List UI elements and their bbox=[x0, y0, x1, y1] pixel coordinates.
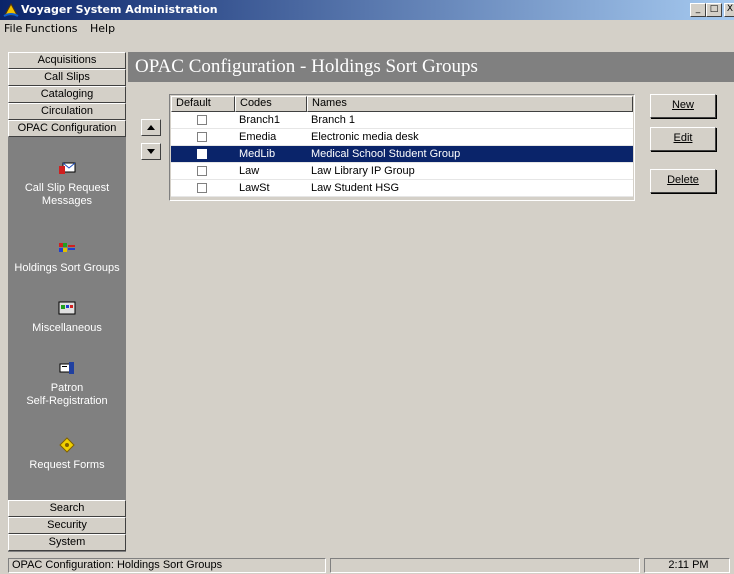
nav-system-button[interactable]: System bbox=[8, 534, 126, 551]
name-cell: Law Student HSG bbox=[311, 182, 400, 194]
holdings-sort-groups-icon bbox=[59, 243, 75, 252]
column-header-default[interactable]: Default bbox=[171, 96, 235, 112]
menu-help[interactable]: Help bbox=[90, 22, 115, 35]
task-label-line: Miscellaneous bbox=[32, 322, 102, 334]
delete-button[interactable]: Delete bbox=[650, 169, 716, 193]
default-checkbox[interactable] bbox=[197, 132, 207, 142]
task-label-line: Holdings Sort Groups bbox=[14, 262, 120, 274]
code-cell: Law bbox=[239, 165, 260, 177]
table-row[interactable]: Law Law Library IP Group bbox=[171, 163, 633, 180]
table-row-selected[interactable]: MedLib Medical School Student Group bbox=[171, 146, 633, 163]
default-checkbox[interactable] bbox=[197, 183, 207, 193]
column-header-codes[interactable]: Codes bbox=[235, 96, 307, 112]
menu-file[interactable]: File bbox=[4, 22, 22, 35]
voyager-app-icon bbox=[3, 2, 19, 17]
status-panel-empty bbox=[330, 558, 640, 573]
main-panel: OPAC Configuration - Holdings Sort Group… bbox=[128, 52, 734, 552]
status-time: 2:11 PM bbox=[644, 558, 730, 573]
status-bar: OPAC Configuration: Holdings Sort Groups… bbox=[0, 556, 734, 574]
maximize-button[interactable]: □ bbox=[706, 3, 722, 17]
table-row[interactable]: Branch1 Branch 1 bbox=[171, 112, 633, 129]
task-miscellaneous[interactable]: Miscellaneous bbox=[8, 300, 126, 335]
name-cell: Electronic media desk bbox=[311, 131, 419, 143]
status-message: OPAC Configuration: Holdings Sort Groups bbox=[8, 558, 326, 573]
page-header: OPAC Configuration - Holdings Sort Group… bbox=[128, 52, 734, 82]
table-row[interactable]: LawSt Law Student HSG bbox=[171, 180, 633, 197]
task-label-line: Messages bbox=[41, 195, 93, 207]
task-request-forms[interactable]: Request Forms bbox=[8, 437, 126, 472]
down-arrow-icon bbox=[147, 149, 155, 154]
code-cell: Emedia bbox=[239, 131, 277, 143]
edit-button[interactable]: Edit bbox=[650, 127, 716, 151]
up-arrow-icon bbox=[147, 125, 155, 130]
task-call-slip-request-messages[interactable]: Call Slip Request Messages bbox=[8, 160, 126, 208]
task-holdings-sort-groups[interactable]: Holdings Sort Groups bbox=[8, 240, 126, 275]
task-label-line: Patron bbox=[50, 382, 84, 394]
default-checkbox[interactable] bbox=[197, 115, 207, 125]
holdings-sort-groups-grid[interactable]: Default Codes Names Branch1 Branch 1 Eme… bbox=[169, 94, 635, 201]
nav-call-slips-button[interactable]: Call Slips bbox=[8, 69, 126, 86]
module-navigation: Acquisitions Call Slips Cataloging Circu… bbox=[8, 52, 126, 552]
nav-circulation-button[interactable]: Circulation bbox=[8, 103, 126, 120]
patron-self-registration-icon bbox=[59, 362, 74, 374]
task-label-line: Request Forms bbox=[29, 459, 105, 471]
minimize-button[interactable]: _ bbox=[690, 3, 706, 17]
code-cell: Branch1 bbox=[239, 114, 280, 126]
nav-search-button[interactable]: Search bbox=[8, 500, 126, 517]
move-down-button[interactable] bbox=[141, 143, 161, 160]
nav-cataloging-button[interactable]: Cataloging bbox=[8, 86, 126, 103]
edit-button-label: Edit bbox=[673, 132, 693, 144]
nav-acquisitions-button[interactable]: Acquisitions bbox=[8, 52, 126, 69]
move-up-button[interactable] bbox=[141, 119, 161, 136]
menu-bar: File Functions Help bbox=[0, 20, 734, 37]
close-button[interactable]: X bbox=[724, 3, 734, 17]
title-bar[interactable]: Voyager System Administration _ □ X bbox=[0, 0, 734, 20]
window-title: Voyager System Administration bbox=[21, 3, 218, 16]
delete-button-label: Delete bbox=[667, 174, 699, 186]
task-label-line: Self-Registration bbox=[26, 395, 108, 407]
page-title: OPAC Configuration - Holdings Sort Group… bbox=[135, 56, 478, 77]
table-row[interactable]: Emedia Electronic media desk bbox=[171, 129, 633, 146]
default-checkbox[interactable] bbox=[197, 166, 207, 176]
column-header-names[interactable]: Names bbox=[307, 96, 633, 112]
code-cell: LawSt bbox=[239, 182, 270, 194]
new-button[interactable]: New bbox=[650, 94, 716, 118]
grid-body: Default Codes Names Branch1 Branch 1 Eme… bbox=[171, 96, 633, 197]
call-slip-messages-icon bbox=[59, 162, 76, 174]
app-window: Voyager System Administration _ □ X File… bbox=[0, 0, 734, 574]
nav-security-button[interactable]: Security bbox=[8, 517, 126, 534]
request-forms-icon bbox=[59, 437, 75, 453]
name-cell: Medical School Student Group bbox=[311, 148, 461, 160]
name-cell: Branch 1 bbox=[311, 114, 356, 126]
nav-opac-configuration-button[interactable]: OPAC Configuration bbox=[8, 120, 126, 137]
default-checkbox[interactable] bbox=[197, 149, 207, 159]
new-button-label: New bbox=[671, 99, 694, 111]
name-cell: Law Library IP Group bbox=[311, 165, 415, 177]
code-cell: MedLib bbox=[239, 148, 276, 160]
task-label-line: Call Slip Request bbox=[24, 182, 110, 194]
miscellaneous-icon bbox=[58, 301, 76, 315]
menu-functions[interactable]: Functions bbox=[25, 22, 78, 35]
task-patron-self-registration[interactable]: Patron Self-Registration bbox=[8, 360, 126, 408]
